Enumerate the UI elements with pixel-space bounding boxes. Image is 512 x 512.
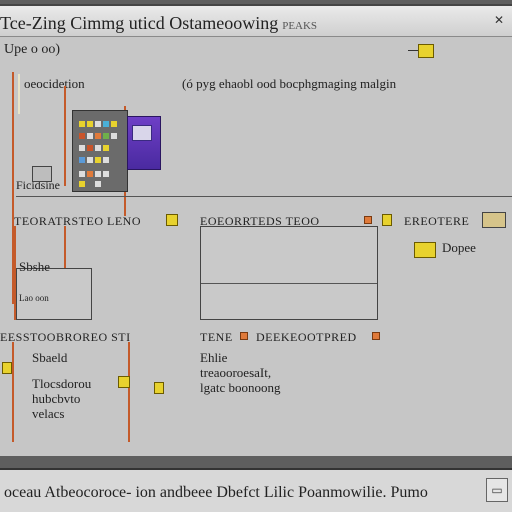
detail-box-rule [201, 283, 377, 284]
list-checkbox-1[interactable] [2, 362, 12, 374]
thumb-cell [111, 133, 117, 139]
app-window: Tce-Zing Cimmg uticd Ostameoowing PEAKS ✕… [0, 4, 512, 456]
thumb-cell [95, 171, 101, 177]
right-panel-heading: (ó pyg ehaobl ood bocphgmaging malgin [182, 76, 397, 91]
field-label: Upe o oo) [4, 42, 60, 57]
window-title-suffix: PEAKS [282, 20, 318, 32]
column-marker-2 [364, 216, 372, 224]
thumb-cell [79, 181, 85, 187]
title-bar: Tce-Zing Cimmg uticd Ostameoowing PEAKS ✕ [0, 6, 512, 37]
action-button[interactable] [414, 242, 436, 258]
list-checkbox-2[interactable] [118, 376, 130, 388]
column-marker-5 [240, 332, 248, 340]
thumb-cell [87, 121, 93, 127]
column-marker-6 [372, 332, 380, 340]
column-header-4: EESSTOOBROREO STI [0, 330, 131, 344]
tree-line-marker [18, 74, 20, 114]
detail-box-main[interactable] [200, 226, 378, 320]
column-header-1: TEORATRSTEO LENO [14, 214, 141, 228]
thumb-cell [79, 133, 85, 139]
detail-box-left-sub: Lao oon [19, 293, 49, 303]
detail-box-left-title: Sbshe [19, 259, 51, 274]
column-header-3: EREOTERE [404, 214, 470, 228]
tree-line-inner [64, 86, 66, 186]
image-thumbnail[interactable] [72, 110, 128, 192]
status-text: oceau Atbeocoroce- ion andbeee Dbefct Li… [4, 484, 428, 501]
app-icon-glyph [132, 125, 152, 141]
thumb-cell [95, 145, 101, 151]
detail-box-left[interactable]: Sbshe Lao oon [16, 259, 92, 320]
thumb-cell [111, 121, 117, 127]
column-menu-button[interactable] [482, 212, 506, 228]
thumb-cell [87, 145, 93, 151]
thumb-cell [95, 133, 101, 139]
window-icon[interactable]: ▭ [486, 478, 508, 502]
thumb-cell [79, 171, 85, 177]
window-title: Tce-Zing Cimmg uticd Ostameoowing PEAKS [0, 13, 317, 34]
thumb-cell [87, 157, 93, 163]
section-divider-1 [16, 196, 512, 197]
column-header-6: DEEKEOOTPRED [256, 330, 357, 344]
options-button[interactable] [418, 44, 434, 58]
small-preview [32, 166, 52, 182]
thumb-cell [103, 145, 109, 151]
column-header-5: TENE [200, 330, 233, 344]
thumb-cell [103, 157, 109, 163]
thumb-cell [79, 121, 85, 127]
window-title-label: Tce-Zing Cimmg uticd Ostameoowing [0, 13, 279, 33]
detail-text: Ehlie treaooroesaIt, lgatc boonoong [200, 350, 281, 395]
list-item-body: Tlocsdorou hubcbvto velacs [32, 376, 92, 421]
thumb-cell [79, 157, 85, 163]
status-bar: oceau Atbeocoroce- ion andbeee Dbefct Li… [0, 468, 512, 512]
divider-stub [408, 50, 418, 51]
list-item-title: Sbaeld [32, 350, 68, 365]
close-icon[interactable]: ✕ [492, 13, 506, 27]
thumb-cell [103, 133, 109, 139]
left-panel-heading: oeocidetion [24, 76, 85, 91]
thumb-cell [79, 145, 85, 151]
list-connector-1 [12, 342, 14, 442]
action-label: Dopee [442, 240, 476, 255]
column-toggle-2[interactable] [382, 214, 392, 226]
thumb-cell [95, 181, 101, 187]
thumb-cell [95, 157, 101, 163]
app-icon-card[interactable] [127, 116, 161, 170]
thumb-cell [87, 133, 93, 139]
column-toggle-1[interactable] [166, 214, 178, 226]
thumb-cell [103, 121, 109, 127]
list-connector-2 [128, 342, 130, 442]
list-checkbox-3[interactable] [154, 382, 164, 394]
thumb-cell [87, 171, 93, 177]
thumb-cell [103, 171, 109, 177]
thumb-cell [95, 121, 101, 127]
